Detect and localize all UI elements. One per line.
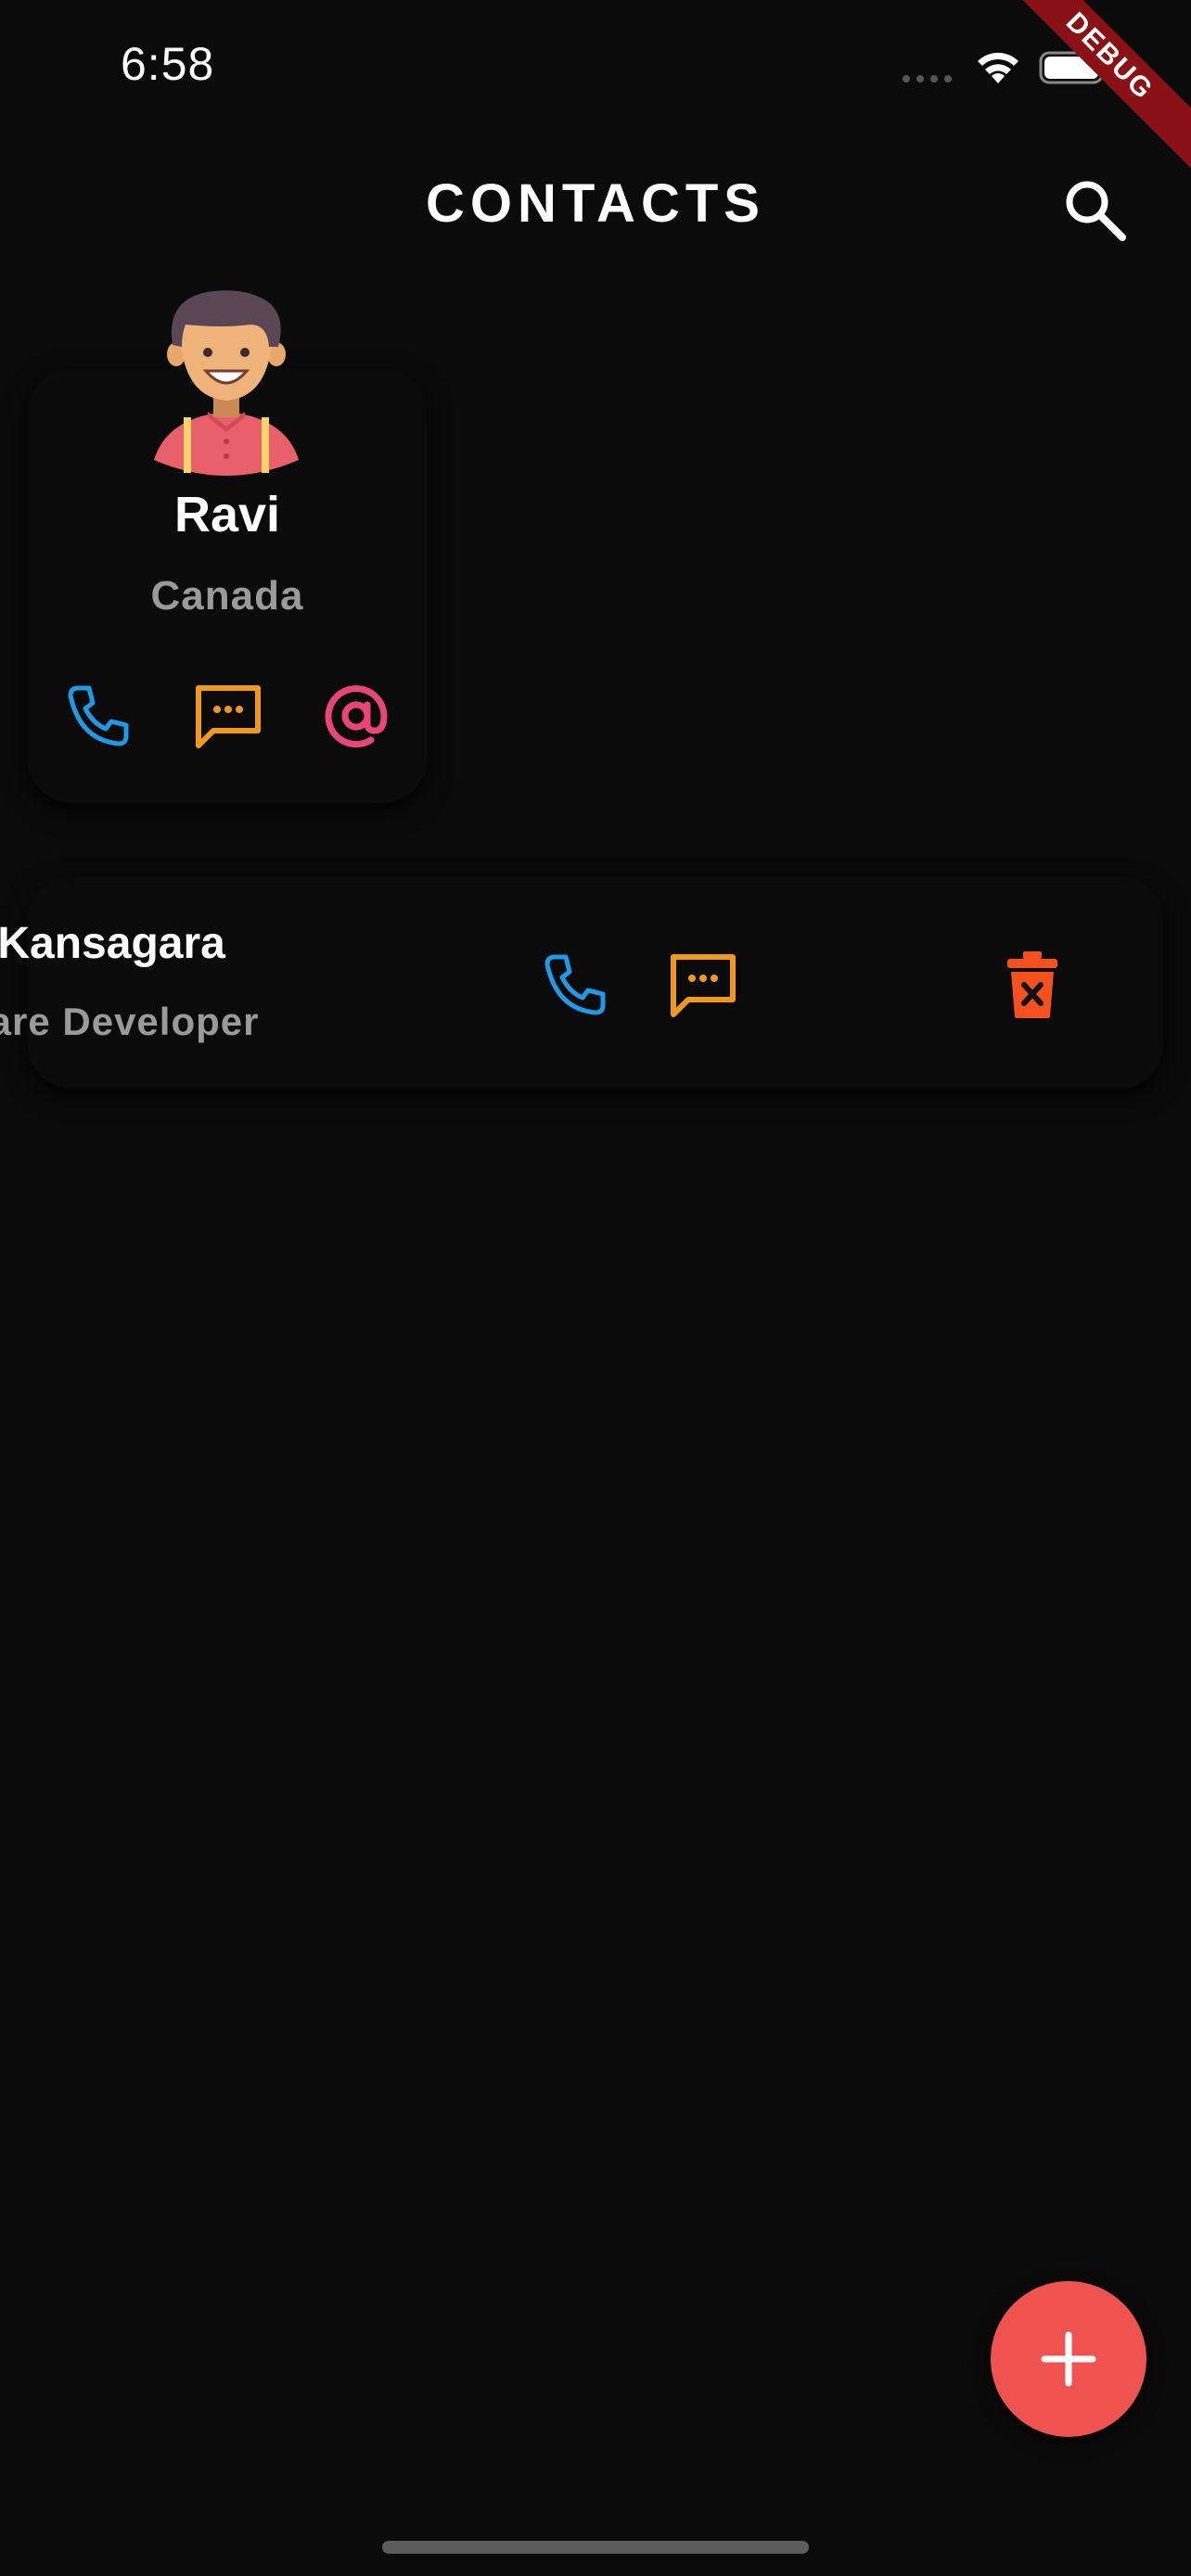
phone-icon[interactable] xyxy=(65,682,132,749)
avatar xyxy=(154,290,299,476)
contact-list-name: vi Kansagara xyxy=(0,919,225,968)
message-icon[interactable] xyxy=(193,681,263,751)
add-contact-button[interactable] xyxy=(991,2281,1146,2437)
contact-name: Ravi xyxy=(173,487,281,542)
debug-banner: DEBUG xyxy=(976,0,1191,190)
home-indicator[interactable] xyxy=(382,2541,809,2554)
contacts-screen: 6:58 DEBUG CONTACTS Ravi Canada Kansagar… xyxy=(0,0,1191,2576)
delete-icon[interactable] xyxy=(1004,950,1061,1020)
wifi-icon xyxy=(978,52,1018,83)
cellular-signal-icon xyxy=(903,75,952,83)
email-icon[interactable] xyxy=(323,682,390,749)
page-title: CONTACTS xyxy=(426,173,765,234)
message-icon[interactable] xyxy=(668,950,738,1020)
contact-country: Canada xyxy=(150,573,304,618)
search-icon[interactable] xyxy=(1059,174,1130,245)
plus-icon xyxy=(1041,2331,1096,2387)
contact-list-job: tware Developer xyxy=(0,1000,260,1043)
phone-icon[interactable] xyxy=(542,951,608,1018)
status-time: 6:58 xyxy=(121,38,215,90)
